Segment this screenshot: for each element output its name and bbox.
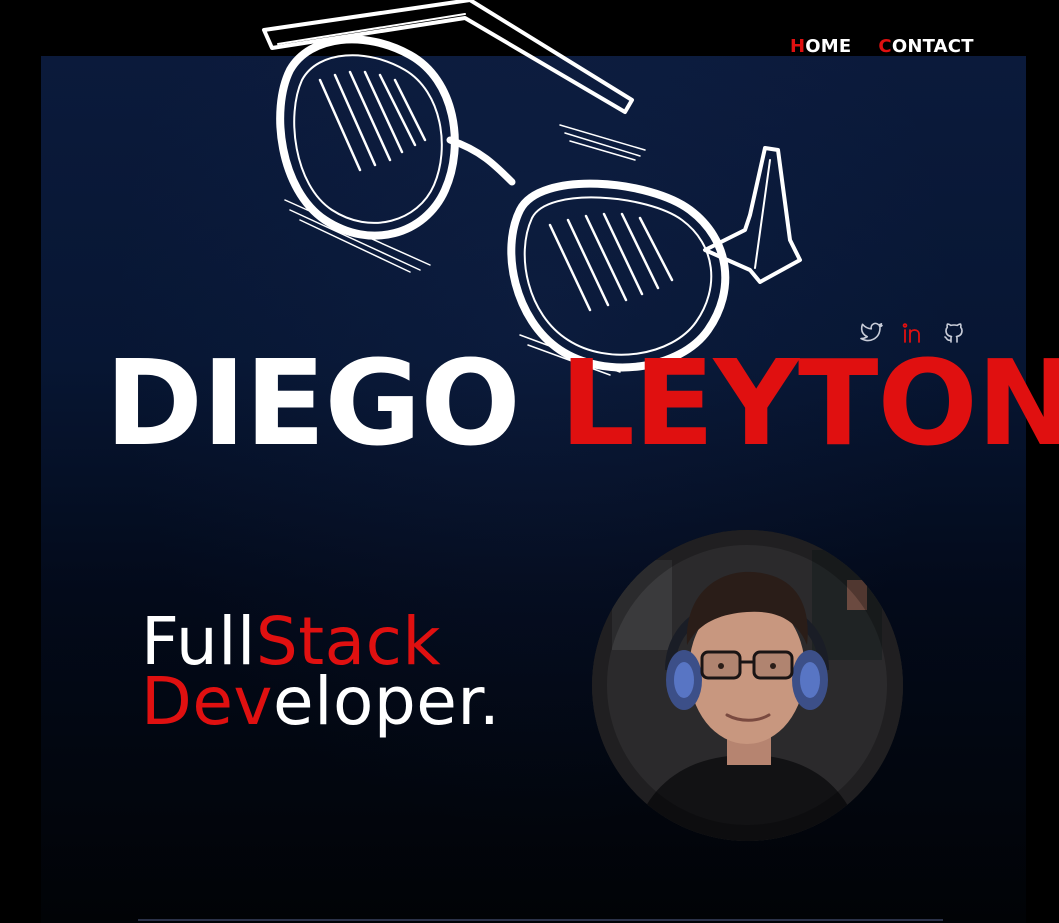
hero-name: DIEGO LEYTON	[105, 344, 1059, 462]
role-line-2: Developer.	[141, 669, 500, 735]
top-nav: HOME CONTACT	[790, 36, 974, 57]
nav-home-initial: H	[790, 36, 806, 57]
glasses-illustration	[262, 0, 802, 376]
role-title: FullStack Developer.	[141, 609, 500, 735]
page: HOME CONTACT DIEGO LEYTON FullStack Deve…	[0, 0, 1059, 923]
last-name: LEYTON	[559, 334, 1059, 472]
section-divider	[138, 919, 943, 921]
role-eloper: eloper.	[273, 663, 501, 740]
nav-home-link[interactable]: HOME	[790, 36, 851, 57]
nav-home-rest: OME	[805, 36, 852, 57]
first-name: DIEGO	[105, 334, 521, 472]
role-dev: Dev	[141, 663, 273, 740]
profile-photo	[592, 530, 903, 841]
nav-contact-rest: ONTACT	[891, 36, 974, 57]
nav-contact-link[interactable]: CONTACT	[878, 36, 973, 57]
nav-contact-initial: C	[878, 36, 892, 57]
avatar	[592, 530, 903, 841]
